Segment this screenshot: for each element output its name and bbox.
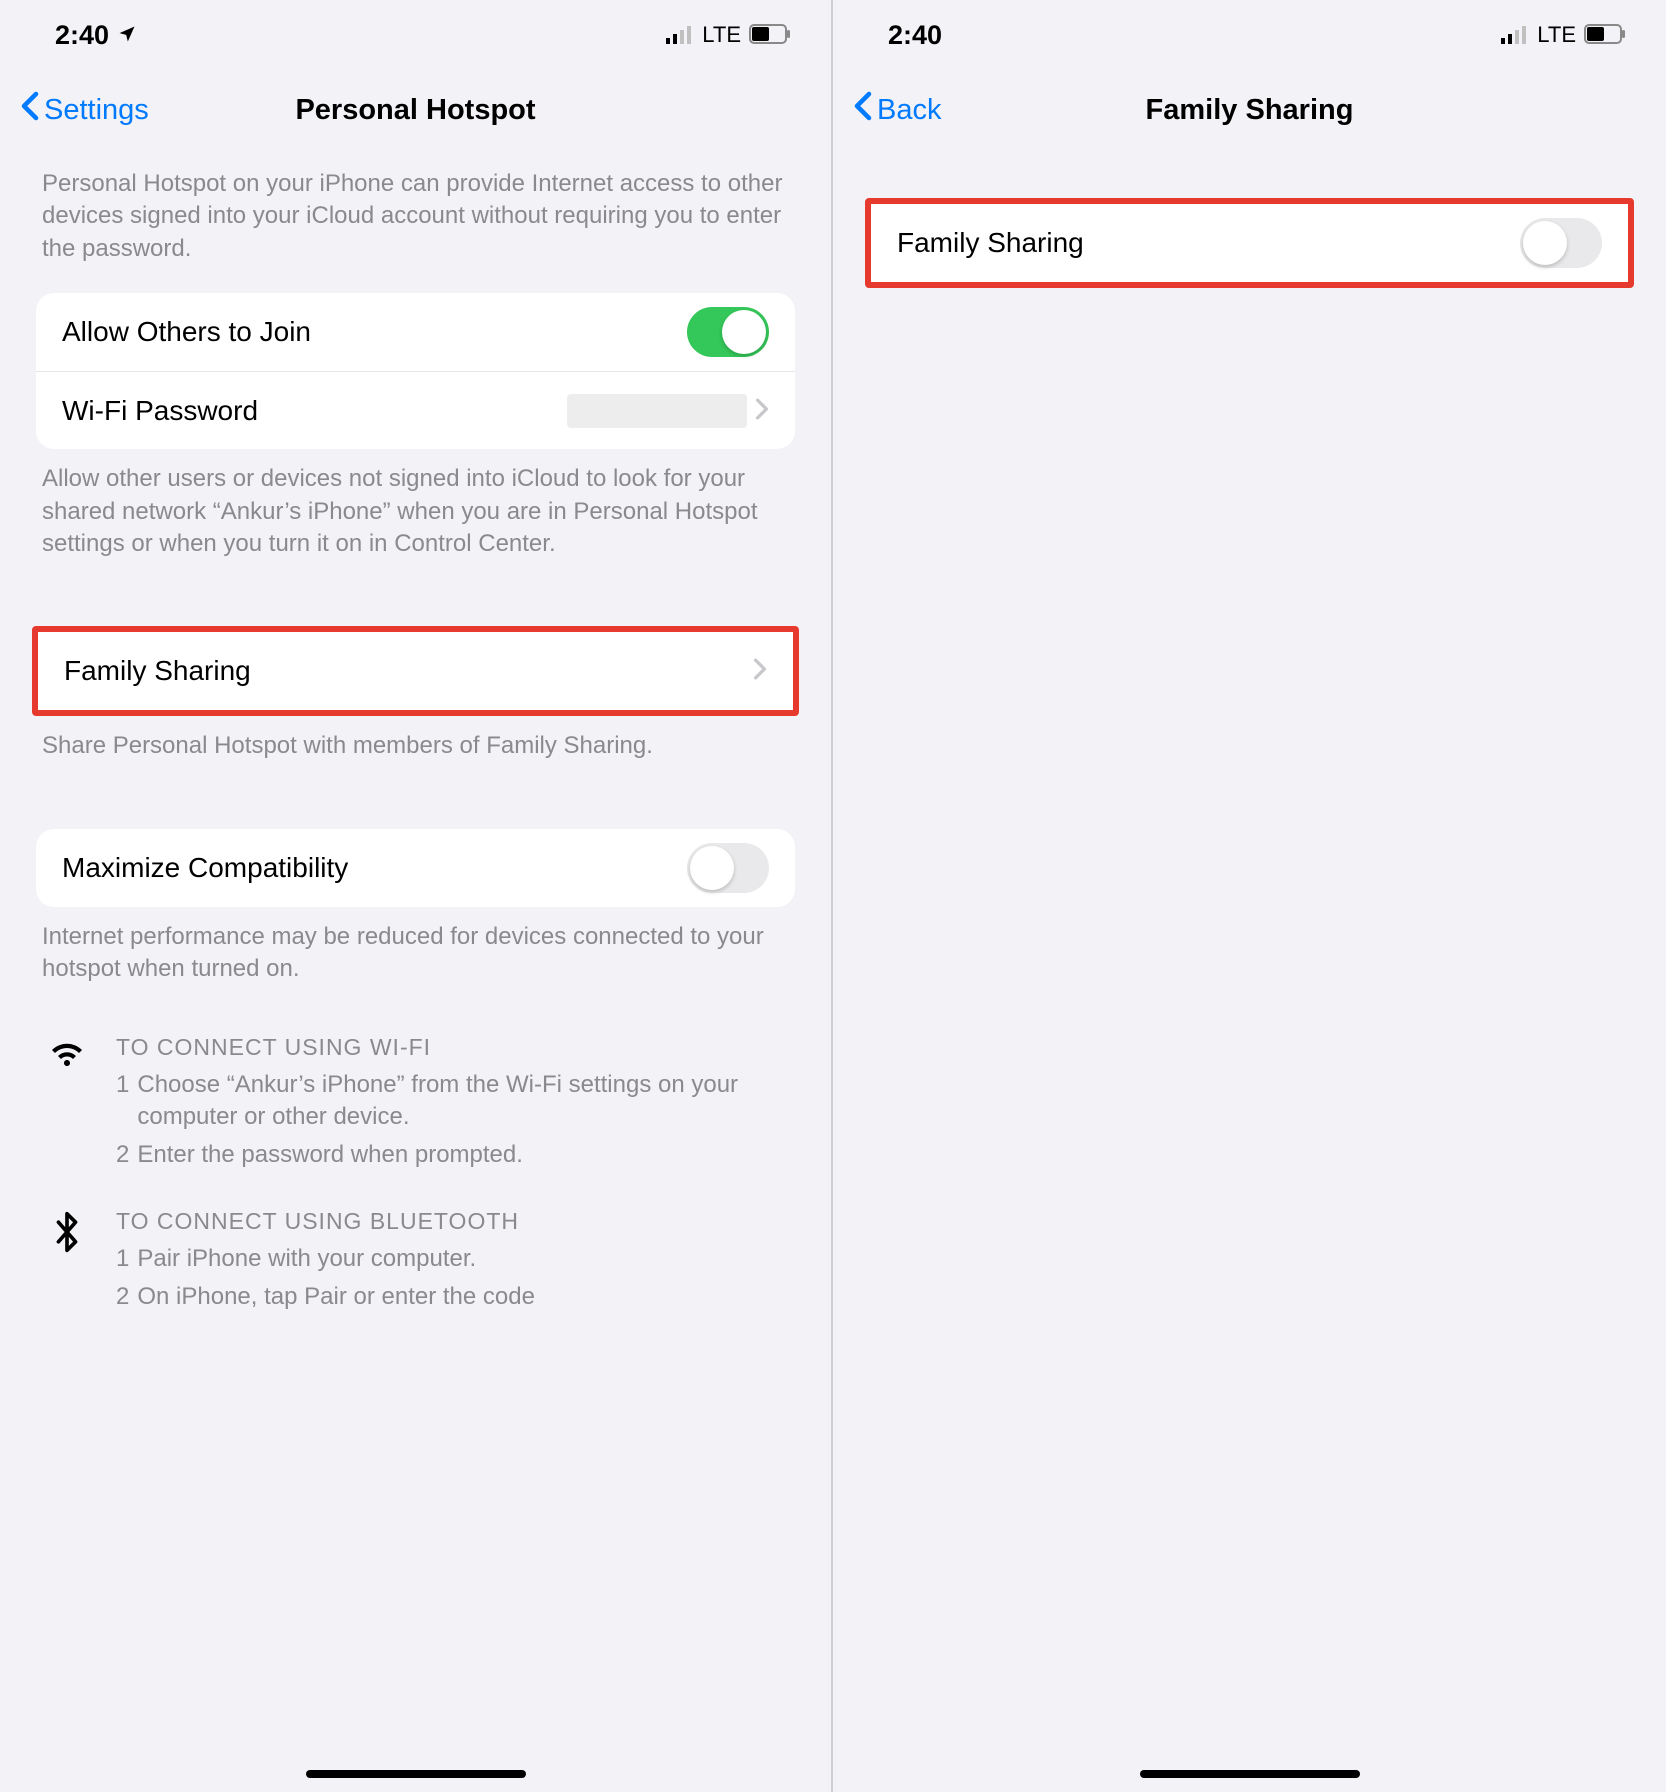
chevron-right-icon: [753, 654, 767, 688]
maximize-toggle[interactable]: [687, 843, 769, 893]
nav-bar: Back Family Sharing: [833, 70, 1666, 150]
page-title: Personal Hotspot: [295, 94, 535, 127]
toggle-knob: [690, 846, 734, 890]
maximize-description: Internet performance may be reduced for …: [36, 907, 795, 1014]
row-family-sharing[interactable]: Family Sharing: [38, 632, 793, 710]
home-indicator[interactable]: [1140, 1770, 1360, 1778]
family-sharing-highlight: Family Sharing: [865, 198, 1634, 288]
family-sharing-toggle[interactable]: [1520, 218, 1602, 268]
wifi-step-1: Choose “Ankur’s iPhone” from the Wi-Fi s…: [137, 1069, 789, 1134]
intro-description: Personal Hotspot on your iPhone can prov…: [36, 150, 795, 293]
battery-icon: [749, 20, 791, 51]
bt-instructions-header: TO CONNECT USING BLUETOOTH: [116, 1208, 789, 1235]
location-icon: [117, 20, 137, 51]
row-maximize-compat[interactable]: Maximize Compatibility: [36, 829, 795, 907]
section-join: Allow Others to Join Wi-Fi Password: [36, 293, 795, 449]
bt-step-2: On iPhone, tap Pair or enter the code: [137, 1281, 535, 1313]
network-type: LTE: [1537, 22, 1576, 48]
page-title: Family Sharing: [1146, 94, 1354, 127]
chevron-right-icon: [755, 394, 769, 428]
back-button[interactable]: Settings: [20, 91, 149, 129]
row-allow-others[interactable]: Allow Others to Join: [36, 293, 795, 371]
row-family-sharing-toggle[interactable]: Family Sharing: [871, 204, 1628, 282]
battery-icon: [1584, 20, 1626, 51]
bluetooth-instructions: TO CONNECT USING BLUETOOTH 1Pair iPhone …: [36, 1188, 795, 1330]
wifi-instructions: TO CONNECT USING WI-FI 1Choose “Ankur’s …: [36, 1014, 795, 1188]
bt-step-1: Pair iPhone with your computer.: [137, 1243, 476, 1275]
family-sharing-highlight: Family Sharing: [32, 626, 799, 716]
status-bar: 2:40 LTE: [833, 0, 1666, 70]
cellular-icon: [666, 20, 694, 51]
family-sharing-label: Family Sharing: [64, 655, 251, 687]
status-bar: 2:40 LTE: [0, 0, 831, 70]
allow-others-toggle[interactable]: [687, 307, 769, 357]
family-sharing-description: Share Personal Hotspot with members of F…: [36, 716, 795, 790]
screen-personal-hotspot: 2:40 LTE Settings Personal Hotspot Perso…: [0, 0, 833, 1792]
row-wifi-password[interactable]: Wi-Fi Password: [36, 371, 795, 449]
back-label: Back: [877, 94, 941, 127]
toggle-knob: [1523, 221, 1567, 265]
allow-others-label: Allow Others to Join: [62, 316, 311, 348]
home-indicator[interactable]: [306, 1770, 526, 1778]
cellular-icon: [1501, 20, 1529, 51]
network-type: LTE: [702, 22, 741, 48]
maximize-label: Maximize Compatibility: [62, 852, 348, 884]
wifi-instructions-header: TO CONNECT USING WI-FI: [116, 1034, 789, 1061]
back-label: Settings: [44, 94, 149, 127]
section-maximize: Maximize Compatibility: [36, 829, 795, 907]
status-time: 2:40: [55, 20, 109, 51]
chevron-left-icon: [853, 91, 873, 129]
wifi-password-value: [567, 394, 747, 428]
bluetooth-icon: [42, 1208, 92, 1320]
family-sharing-label: Family Sharing: [897, 227, 1084, 259]
allow-description: Allow other users or devices not signed …: [36, 449, 795, 588]
back-button[interactable]: Back: [853, 91, 941, 129]
nav-bar: Settings Personal Hotspot: [0, 70, 831, 150]
wifi-icon: [42, 1034, 92, 1178]
wifi-step-2: Enter the password when prompted.: [137, 1139, 523, 1171]
chevron-left-icon: [20, 91, 40, 129]
screen-family-sharing: 2:40 LTE Back Family Sharing Family Shar: [833, 0, 1666, 1792]
wifi-password-label: Wi-Fi Password: [62, 395, 258, 427]
toggle-knob: [722, 310, 766, 354]
status-time: 2:40: [888, 20, 942, 51]
